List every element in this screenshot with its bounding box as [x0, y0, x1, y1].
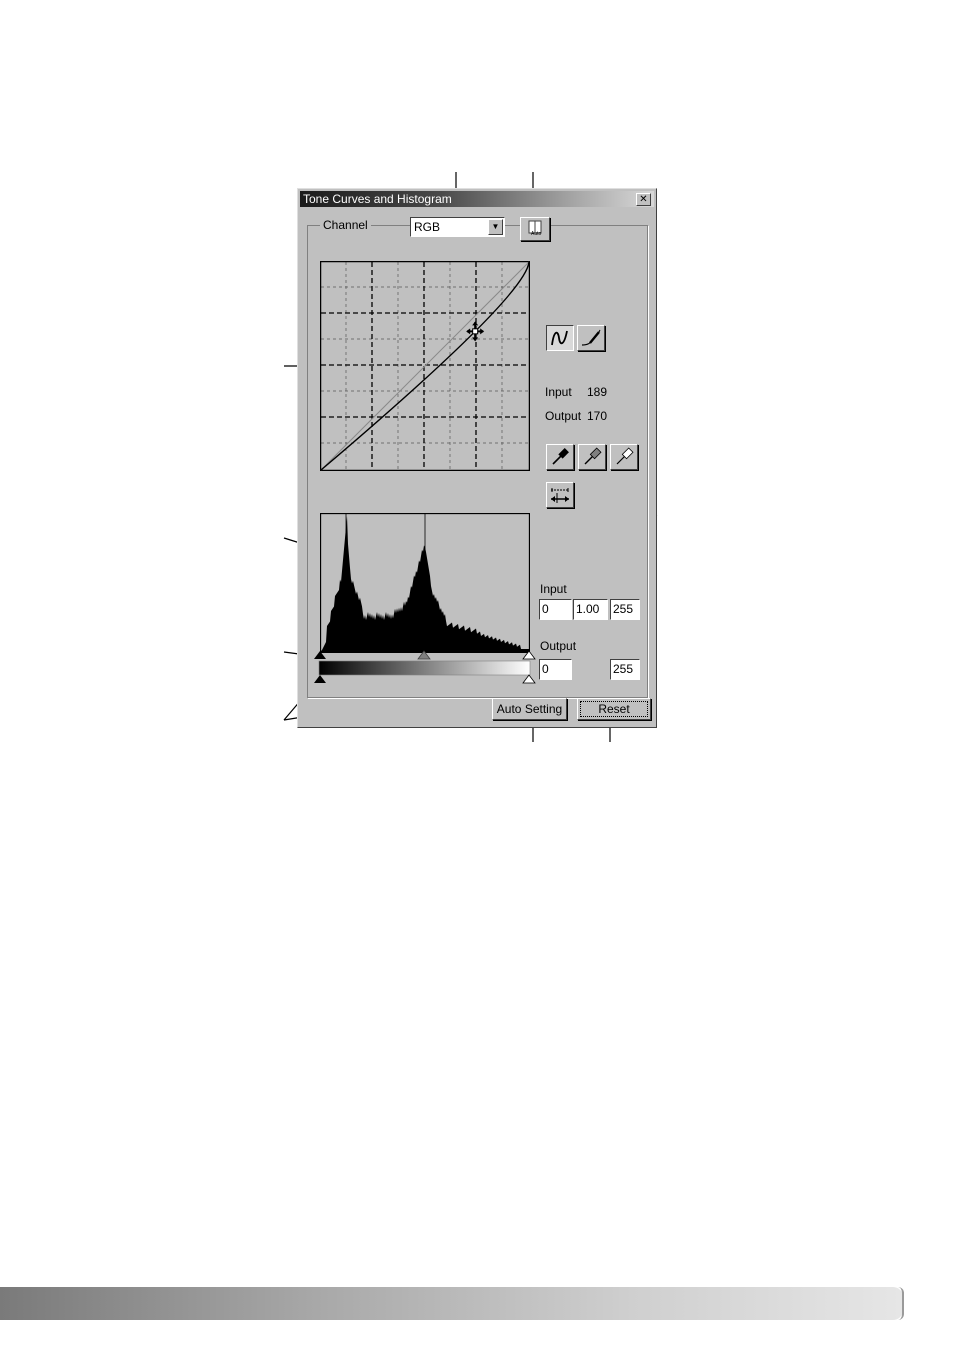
output-black-handle[interactable]	[314, 675, 326, 683]
freehand-pencil-icon	[581, 329, 601, 346]
white-eyedropper-icon	[616, 447, 634, 465]
curve-tool-button[interactable]	[546, 325, 574, 351]
input-gamma-field[interactable]: 1.00	[573, 599, 608, 620]
chevron-down-icon[interactable]: ▼	[488, 219, 503, 235]
levels-output-label: Output	[540, 639, 577, 653]
levels-input-label: Input	[540, 582, 567, 596]
page-footer-bar	[0, 1287, 903, 1320]
auto-color-button[interactable]: Auto	[520, 217, 550, 241]
output-level-slider[interactable]	[312, 673, 538, 687]
output-white-handle[interactable]	[522, 674, 536, 684]
close-icon[interactable]: ✕	[636, 193, 651, 206]
gray-eyedropper-icon	[584, 447, 602, 465]
tone-curves-dialog: Tone Curves and Histogram ✕ Channel RGB …	[297, 188, 657, 728]
output-white-field[interactable]: 255	[610, 659, 640, 680]
input-gamma-handle[interactable]	[417, 650, 431, 660]
black-eyedropper-icon	[552, 448, 569, 465]
title-bar[interactable]: Tone Curves and Histogram ✕	[300, 191, 654, 207]
readout-input-value: 189	[587, 385, 608, 399]
histogram	[320, 513, 530, 653]
channel-label: Channel	[320, 218, 371, 232]
channel-select[interactable]: RGB ▼	[410, 217, 505, 237]
readout-output-label: Output	[545, 409, 582, 423]
tone-curve-graph[interactable]	[320, 261, 530, 471]
output-black-field[interactable]: 0	[539, 659, 572, 680]
curve-tool-icon	[551, 330, 568, 346]
input-white-field[interactable]: 255	[610, 599, 640, 620]
input-black-handle[interactable]	[314, 651, 326, 659]
levels-icon	[551, 488, 569, 503]
levels-button[interactable]	[546, 482, 574, 508]
freehand-tool-button[interactable]	[577, 325, 605, 351]
input-black-field[interactable]: 0	[539, 599, 572, 620]
channel-selected-value: RGB	[414, 220, 441, 234]
reset-button[interactable]: Reset	[577, 698, 651, 720]
window-title: Tone Curves and Histogram	[303, 192, 452, 206]
auto-color-caption: Auto	[531, 231, 542, 237]
input-white-handle[interactable]	[522, 650, 536, 660]
readout-input-label: Input	[545, 385, 572, 399]
auto-setting-button[interactable]: Auto Setting	[492, 698, 567, 720]
black-point-eyedropper-button[interactable]	[546, 444, 574, 470]
gray-point-eyedropper-button[interactable]	[578, 444, 606, 470]
readout-output-value: 170	[587, 409, 608, 423]
white-point-eyedropper-button[interactable]	[610, 444, 638, 470]
page-footer-bar-end	[898, 1287, 904, 1320]
